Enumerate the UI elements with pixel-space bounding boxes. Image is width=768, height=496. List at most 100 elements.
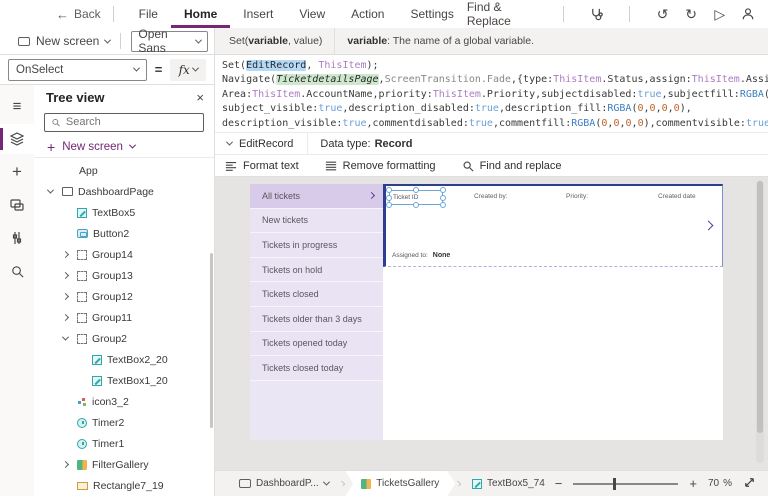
chevron-down-icon[interactable]: [104, 36, 111, 43]
tree-item-timer2[interactable]: Timer2: [34, 412, 214, 433]
hamburger-menu-icon[interactable]: ≡: [0, 91, 34, 121]
find-and-replace-button[interactable]: Find and replace: [462, 160, 562, 172]
ticket-menu-item[interactable]: Tickets on hold: [250, 258, 383, 283]
variables-icon[interactable]: [0, 223, 34, 253]
zoom-slider-handle[interactable]: [613, 478, 616, 490]
tree-item-textbox2_20[interactable]: TextBox2_20: [34, 349, 214, 370]
group-icon: [77, 313, 87, 323]
selection-handle[interactable]: [413, 187, 419, 193]
ticket-menu-item[interactable]: Tickets in progress: [250, 233, 383, 258]
font-family-dropdown[interactable]: Open Sans: [131, 31, 208, 52]
menu-settings[interactable]: Settings: [397, 0, 466, 28]
selection-handle[interactable]: [386, 195, 392, 201]
chevron-down-icon[interactable]: [47, 187, 54, 194]
tree-item-dashboardpage[interactable]: DashboardPage: [34, 181, 214, 202]
menu-insert[interactable]: Insert: [230, 0, 286, 28]
ticket-menu-item[interactable]: All tickets: [250, 184, 383, 209]
property-dropdown[interactable]: OnSelect: [8, 59, 147, 81]
formula-line-4[interactable]: subject_visible:true,description_disable…: [222, 102, 768, 116]
app-checker-icon[interactable]: [588, 5, 604, 23]
chevron-right-icon[interactable]: [62, 251, 69, 258]
fit-to-window-icon[interactable]: [743, 476, 756, 492]
back-button[interactable]: ← Back: [56, 7, 101, 22]
zoom-in-button[interactable]: +: [689, 476, 697, 491]
media-icon[interactable]: [0, 190, 34, 220]
breadcrumb-tab-gallery[interactable]: TicketsGallery: [345, 471, 455, 496]
chevron-right-icon[interactable]: [62, 293, 69, 300]
chevron-right-icon[interactable]: [62, 272, 69, 279]
tree-item-textbox5[interactable]: TextBox5: [34, 202, 214, 223]
find-replace-link[interactable]: Find & Replace: [467, 0, 538, 28]
ticket-menu-label: Tickets in progress: [262, 240, 337, 250]
tree-item-group13[interactable]: Group13: [34, 265, 214, 286]
selection-handle[interactable]: [440, 202, 446, 208]
tree-view-icon[interactable]: [0, 124, 34, 154]
tree-item-icon3_2[interactable]: icon3_2: [34, 391, 214, 412]
menu-view[interactable]: View: [286, 0, 338, 28]
menu-home[interactable]: Home: [171, 0, 230, 28]
new-screen-button[interactable]: New screen: [36, 34, 99, 48]
tree-item-textbox1_20[interactable]: TextBox1_20: [34, 370, 214, 391]
ticket-menu-item[interactable]: Tickets closed today: [250, 356, 383, 381]
close-icon[interactable]: ×: [196, 90, 204, 105]
formula-code: Set(EditRecord, ThisItem);Navigate(Ticke…: [222, 59, 768, 131]
selection-handle[interactable]: [440, 187, 446, 193]
menu-action[interactable]: Action: [338, 0, 397, 28]
chevron-down-icon[interactable]: [62, 334, 69, 341]
left-column: OnSelect = fx ≡ +: [0, 55, 215, 496]
chevron-down-icon: [192, 65, 199, 72]
formula-line-2[interactable]: Navigate(TicketdetailsPage,ScreenTransit…: [222, 73, 768, 87]
remove-formatting-button[interactable]: Remove formatting: [325, 160, 436, 172]
ticket-id-textbox-selected[interactable]: Ticket ID: [389, 190, 443, 205]
undo-icon[interactable]: ↺: [655, 5, 671, 23]
ticket-menu-item[interactable]: Tickets older than 3 days: [250, 307, 383, 332]
formula-line-5[interactable]: description_visible:true,commentdisabled…: [222, 117, 768, 131]
new-screen-tree-button[interactable]: + New screen: [34, 136, 214, 157]
zoom-slider[interactable]: [573, 478, 678, 490]
tree-item-group11[interactable]: Group11: [34, 307, 214, 328]
insert-icon[interactable]: +: [0, 157, 34, 187]
tree-item-app[interactable]: App: [34, 160, 214, 181]
canvas-scrollbar[interactable]: [756, 180, 764, 463]
tree-item-group12[interactable]: Group12: [34, 286, 214, 307]
search-input[interactable]: [66, 116, 197, 128]
zoom-out-button[interactable]: −: [555, 476, 563, 491]
canvas-scrollbar-thumb[interactable]: [757, 181, 763, 433]
tree-item-group2[interactable]: Group2: [34, 328, 214, 349]
tree-item-filtergallery[interactable]: FilterGallery: [34, 454, 214, 475]
account-person-icon[interactable]: [740, 5, 756, 23]
app-screen: All ticketsNew tickets Tickets in progres…: [250, 184, 723, 440]
selection-handle[interactable]: [386, 187, 392, 193]
tree-scrollbar[interactable]: [210, 253, 213, 428]
formula-editor[interactable]: Set(EditRecord, ThisItem);Navigate(Ticke…: [215, 55, 768, 132]
ticket-menu-item[interactable]: Tickets opened today: [250, 332, 383, 357]
chevron-right-icon[interactable]: [62, 461, 69, 468]
formula-line-3[interactable]: Area:ThisItem.AccountName,priority:ThisI…: [222, 88, 768, 102]
play-preview-icon[interactable]: ▷: [712, 5, 728, 23]
tree-item-rectangle7_19[interactable]: Rectangle7_19: [34, 475, 214, 496]
fx-dropdown[interactable]: fx: [170, 59, 206, 81]
row-chevron-right-icon[interactable]: [704, 221, 714, 231]
formula-line-1[interactable]: Set(EditRecord, ThisItem);: [222, 59, 768, 73]
tree-search-box[interactable]: [44, 113, 204, 133]
chevron-right-icon[interactable]: [62, 314, 69, 321]
tree-item-label: DashboardPage: [78, 186, 154, 198]
tickets-gallery-selected[interactable]: Ticket ID Created by:: [383, 184, 723, 267]
search-icon[interactable]: [0, 256, 34, 286]
breadcrumb-tab-textbox[interactable]: TextBox5_74: [462, 471, 555, 496]
selection-handle[interactable]: [440, 195, 446, 201]
selection-handle[interactable]: [413, 202, 419, 208]
menu-file[interactable]: File: [126, 0, 171, 28]
breadcrumb-tab-screen[interactable]: DashboardP...: [229, 471, 339, 496]
ticket-menu-item[interactable]: Tickets closed: [250, 282, 383, 307]
ticket-menu-item[interactable]: New tickets: [250, 209, 383, 234]
redo-icon[interactable]: ↻: [683, 5, 699, 23]
design-canvas[interactable]: All ticketsNew tickets Tickets in progres…: [215, 177, 768, 470]
tree-item-button2[interactable]: Button2: [34, 223, 214, 244]
tree-item-group14[interactable]: Group14: [34, 244, 214, 265]
selection-handle[interactable]: [386, 202, 392, 208]
variable-chip[interactable]: EditRecord: [215, 133, 308, 154]
tree-item-timer1[interactable]: Timer1: [34, 433, 214, 454]
header-created-by: Created by:: [474, 193, 508, 200]
format-text-button[interactable]: Format text: [225, 160, 299, 172]
